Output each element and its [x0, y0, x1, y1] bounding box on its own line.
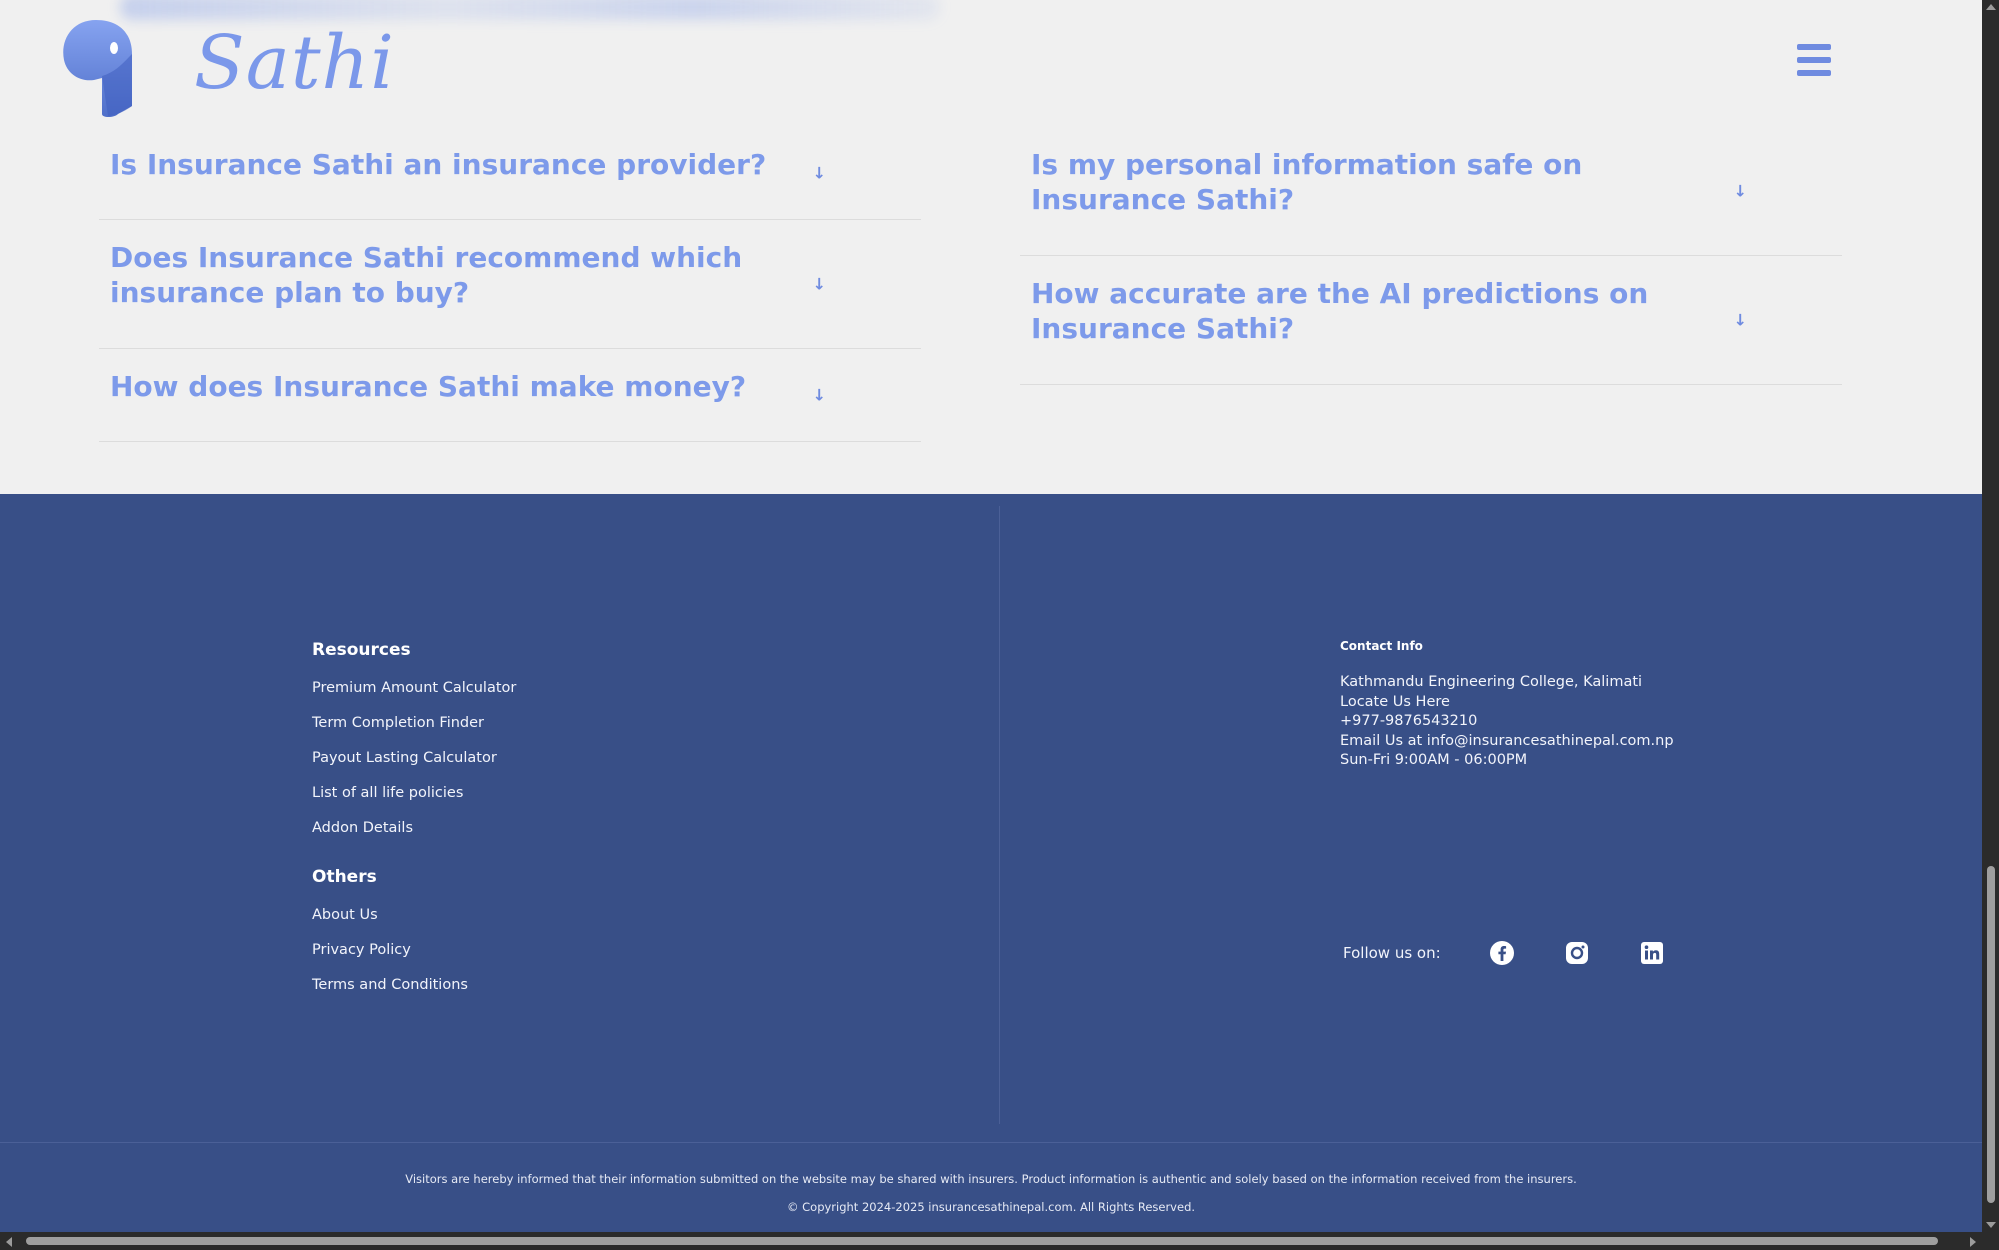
follow-label: Follow us on: — [1343, 944, 1441, 962]
footer-link-life-policies[interactable]: List of all life policies — [312, 783, 516, 818]
scrollbar-corner — [1982, 1232, 1999, 1250]
footer-horizontal-divider — [0, 1142, 1982, 1143]
faq-item[interactable]: Is my personal information safe on Insur… — [1020, 127, 1842, 256]
horizontal-scrollbar[interactable] — [0, 1232, 1982, 1250]
scroll-left-icon[interactable] — [6, 1237, 12, 1247]
contact-heading: Contact Info — [1340, 639, 1423, 653]
linkedin-icon[interactable] — [1639, 940, 1665, 966]
faq-item[interactable]: How does Insurance Sathi make money? ↓ — [99, 349, 921, 442]
logo-wordmark: Sathi — [194, 20, 395, 106]
horizontal-scroll-thumb[interactable] — [26, 1237, 1938, 1245]
facebook-icon[interactable] — [1489, 940, 1515, 966]
others-heading: Others — [312, 867, 377, 887]
vertical-scrollbar[interactable] — [1982, 0, 1999, 1232]
footer-vertical-divider — [999, 506, 1000, 1124]
faq-item[interactable]: Does Insurance Sathi recommend which ins… — [99, 220, 921, 349]
footer-link-premium-calculator[interactable]: Premium Amount Calculator — [312, 678, 516, 713]
arrow-down-icon: ↓ — [812, 163, 826, 183]
footer-link-about-us[interactable]: About Us — [312, 905, 516, 940]
faq-question: Is my personal information safe on Insur… — [1031, 148, 1583, 216]
footer-link-payout-calculator[interactable]: Payout Lasting Calculator — [312, 748, 516, 783]
contact-phone[interactable]: +977-9876543210 — [1340, 712, 1674, 732]
site-logo[interactable]: Sathi — [58, 14, 394, 120]
site-footer: Resources Premium Amount Calculator Term… — [0, 494, 1982, 1232]
faq-item[interactable]: Is Insurance Sathi an insurance provider… — [99, 127, 921, 220]
contact-hours: Sun-Fri 9:00AM - 06:00PM — [1340, 752, 1528, 768]
footer-link-addon-details[interactable]: Addon Details — [312, 818, 516, 853]
scroll-down-icon[interactable] — [1986, 1222, 1996, 1228]
footer-copyright: © Copyright 2024-2025 insurancesathinepa… — [786, 1200, 1196, 1214]
arrow-down-icon: ↓ — [1733, 181, 1747, 201]
hamburger-menu-icon[interactable] — [1797, 44, 1831, 82]
resources-heading: Resources — [312, 640, 411, 660]
instagram-icon[interactable] — [1564, 940, 1590, 966]
faq-column-right: Is my personal information safe on Insur… — [1020, 127, 1842, 385]
elephant-logo-icon — [63, 20, 132, 117]
contact-address: Kathmandu Engineering College, Kalimati — [1340, 674, 1643, 690]
arrow-down-icon: ↓ — [1733, 310, 1747, 330]
faq-column-left: Is Insurance Sathi an insurance provider… — [99, 127, 921, 442]
footer-disclaimer: Visitors are hereby informed that their … — [405, 1172, 1577, 1186]
faq-question: How does Insurance Sathi make money? — [110, 370, 747, 403]
contact-info-section: Contact Info Kathmandu Engineering Colle… — [1340, 639, 1674, 771]
faq-question: Is Insurance Sathi an insurance provider… — [110, 148, 767, 181]
scroll-right-icon[interactable] — [1970, 1237, 1976, 1247]
footer-link-terms[interactable]: Terms and Conditions — [312, 975, 516, 1010]
footer-link-privacy-policy[interactable]: Privacy Policy — [312, 940, 516, 975]
arrow-down-icon: ↓ — [812, 385, 826, 405]
faq-question: Does Insurance Sathi recommend which ins… — [110, 241, 743, 309]
vertical-scroll-thumb[interactable] — [1987, 866, 1995, 1203]
locate-us-link[interactable]: Locate Us Here — [1340, 693, 1674, 713]
social-follow: Follow us on: — [1343, 940, 1714, 966]
faq-item[interactable]: How accurate are the AI predictions on I… — [1020, 256, 1842, 385]
contact-email[interactable]: Email Us at info@insurancesathinepal.com… — [1340, 732, 1674, 752]
scroll-up-icon[interactable] — [1986, 4, 1996, 10]
footer-link-term-completion[interactable]: Term Completion Finder — [312, 713, 516, 748]
faq-question: How accurate are the AI predictions on I… — [1031, 277, 1649, 345]
footer-links-section: Resources Premium Amount Calculator Term… — [312, 640, 516, 1010]
arrow-down-icon: ↓ — [812, 274, 826, 294]
